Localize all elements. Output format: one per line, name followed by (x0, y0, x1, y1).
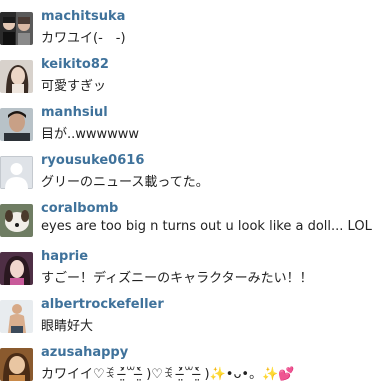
comment-text: カワユイ(- -) (41, 31, 126, 46)
comment-item: albertrockefeller 眼睛好大 (0, 288, 372, 336)
avatar-photo-icon (0, 348, 33, 381)
comment-text: 可愛すぎッ (41, 79, 107, 94)
avatar[interactable] (0, 60, 33, 93)
comment-text: カワイイ♡ꉂ ˃̶̤́꒳˂̶̤̀ )♡ꉂ ˃̶̤́꒳˂̶̤̀ )✨•ᴗ•。✨💕 (41, 367, 295, 382)
username-link[interactable]: haprie (41, 249, 88, 264)
username-link[interactable]: manhsiul (41, 105, 108, 120)
comment-item: manhsiul 目が..wwwwww (0, 96, 372, 144)
avatar-photo-icon (0, 60, 33, 93)
username-link[interactable]: machitsuka (41, 9, 125, 24)
avatar-photo-icon (0, 300, 33, 333)
avatar[interactable] (0, 12, 33, 45)
comment-item: keikito82 可愛すぎッ (0, 48, 372, 96)
comment-item: azusahappy カワイイ♡ꉂ ˃̶̤́꒳˂̶̤̀ )♡ꉂ ˃̶̤́꒳˂̶̤… (0, 336, 372, 384)
avatar-photo-icon (0, 252, 33, 285)
avatar[interactable] (0, 348, 33, 381)
comment-item: machitsuka カワユイ(- -) (0, 0, 372, 48)
avatar-photo-icon (0, 12, 33, 45)
username-link[interactable]: azusahappy (41, 345, 128, 360)
comment-text: eyes are too big n turns out u look like… (41, 219, 372, 234)
username-link[interactable]: ryousuke0616 (41, 153, 144, 168)
avatar[interactable] (0, 204, 33, 237)
avatar[interactable] (0, 156, 33, 189)
comment-list: machitsuka カワユイ(- -) keikito82 可愛すぎッ man… (0, 0, 372, 387)
comment-text: グリーのニュース載ってた。 (41, 175, 209, 190)
avatar[interactable] (0, 108, 33, 141)
default-user-icon (0, 156, 33, 189)
comment-item: ryousuke0616 グリーのニュース載ってた。 (0, 144, 372, 192)
avatar[interactable] (0, 252, 33, 285)
avatar[interactable] (0, 300, 33, 333)
comment-text: 眼睛好大 (41, 319, 94, 334)
username-link[interactable]: coralbomb (41, 201, 118, 216)
comment-item: haprie すごー！ディズニーのキャラクターみたい！！ (0, 240, 372, 288)
avatar-photo-icon (0, 108, 33, 141)
username-link[interactable]: albertrockefeller (41, 297, 164, 312)
avatar-photo-icon (0, 204, 33, 237)
comment-text: 目が..wwwwww (41, 127, 140, 142)
comment-text: すごー！ディズニーのキャラクターみたい！！ (41, 271, 313, 286)
username-link[interactable]: keikito82 (41, 57, 109, 72)
comment-item: coralbomb eyes are too big n turns out u… (0, 192, 372, 240)
